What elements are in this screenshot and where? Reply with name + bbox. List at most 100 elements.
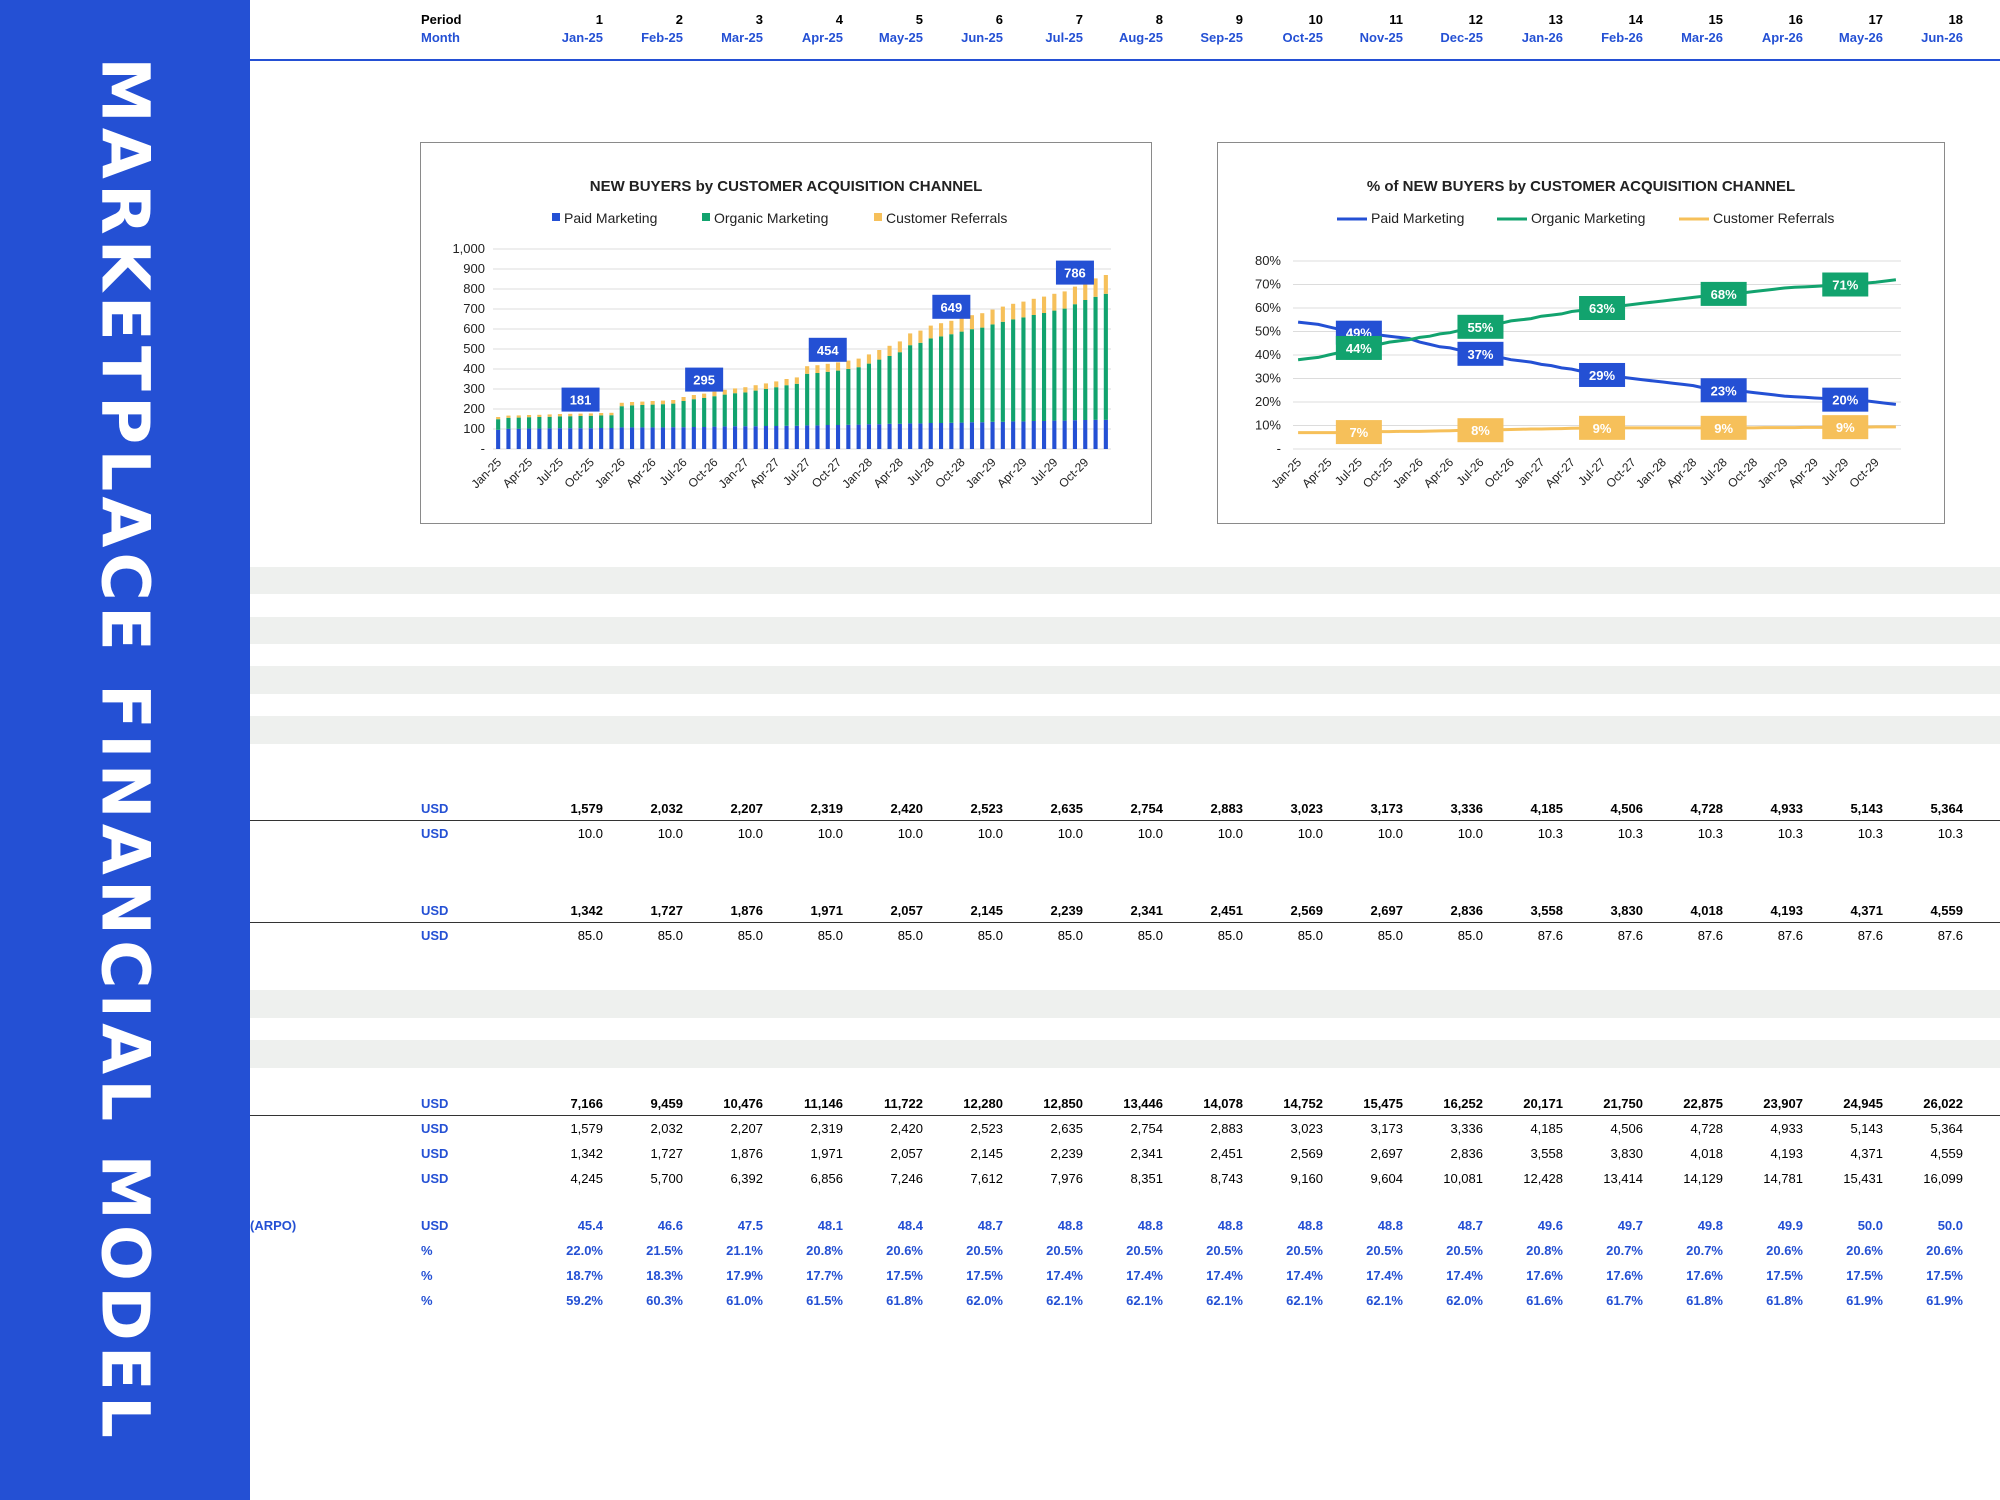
section-band — [250, 567, 2000, 594]
period-cell: 10 — [1308, 12, 1323, 27]
value-cell: 48.8 — [1297, 1218, 1323, 1233]
unit-cell: USD — [421, 928, 449, 943]
value-cell: 2,836 — [1450, 903, 1483, 918]
unit-cell: USD — [421, 1146, 449, 1161]
bar-segment — [835, 370, 841, 425]
unit-cell: USD — [421, 801, 449, 816]
bar-segment — [516, 415, 521, 418]
value-cell: 17.4% — [1446, 1268, 1483, 1283]
row-divider — [250, 922, 2000, 923]
bar-segment — [835, 425, 841, 449]
y-tick-label: 500 — [463, 341, 485, 356]
x-tick-label: Jul-25 — [1332, 455, 1365, 488]
value-cell: 17. — [1963, 1265, 2000, 1287]
y-tick-label: 1,000 — [452, 241, 485, 256]
period-cell: 6 — [995, 12, 1003, 27]
bar-segment — [846, 369, 851, 425]
bar-segment — [908, 423, 913, 449]
bar-segment — [1072, 304, 1078, 421]
value-cell: 21,750 — [1603, 1096, 1643, 1111]
bar-segment — [918, 330, 923, 343]
value-cell: 8,743 — [1210, 1171, 1243, 1186]
x-tick-label: Apr-28 — [871, 455, 907, 491]
section-band — [250, 990, 2000, 1018]
value-cell: 14,752 — [1283, 1096, 1323, 1111]
bar-segment — [1021, 317, 1026, 422]
bar-segment — [1011, 319, 1016, 422]
bar-segment — [526, 428, 532, 449]
bar-segment — [691, 395, 696, 400]
value-cell: 10.0 — [657, 826, 683, 841]
bar-segment — [609, 415, 614, 428]
value-cell: 2,207 — [730, 1121, 763, 1136]
x-tick-label: Jan-27 — [1512, 455, 1548, 491]
bar-segment — [496, 429, 501, 449]
x-tick-label: Apr-26 — [1421, 455, 1457, 491]
header-period-row: Period 12345678910111213141516171819 — [0, 10, 2000, 30]
row-label: (ARPO) — [250, 1218, 297, 1233]
bar-segment — [732, 426, 738, 449]
value-cell: 1,727 — [650, 903, 683, 918]
bar-segment — [887, 423, 892, 449]
month-cell: Jun-25 — [961, 30, 1003, 45]
value-cell: 10.0 — [1137, 826, 1163, 841]
x-tick-label: Jan-28 — [839, 455, 875, 491]
bar-segment — [938, 423, 944, 449]
bar-segment — [537, 417, 542, 429]
value-cell: 4,245 — [570, 1171, 603, 1186]
value-cell: 2,057 — [890, 903, 923, 918]
data-label: 295 — [685, 367, 724, 392]
value-cell: 17.4% — [1046, 1268, 1083, 1283]
value-cell: 24,945 — [1843, 1096, 1883, 1111]
period-cell: 17 — [1868, 12, 1883, 27]
x-tick-label: Jul-27 — [780, 455, 813, 488]
bar-segment — [496, 419, 501, 430]
bar-segment — [702, 398, 707, 427]
value-cell: 3,173 — [1370, 801, 1403, 816]
period-cell: 9 — [1235, 12, 1243, 27]
section-band — [250, 1040, 2000, 1068]
value-cell: 20.8% — [806, 1243, 843, 1258]
data-label: 29% — [1579, 362, 1626, 387]
bar-segment — [897, 423, 902, 449]
bar-segment — [774, 381, 779, 388]
y-tick-label: 60% — [1255, 300, 1281, 315]
value-cell: 85.0 — [977, 928, 1003, 943]
month-cell: Jul-25 — [1045, 30, 1083, 45]
y-tick-label: - — [481, 441, 485, 456]
y-tick-label: 200 — [463, 401, 485, 416]
value-cell: 4,559 — [1930, 903, 1963, 918]
value-cell: 62.1% — [1046, 1293, 1083, 1308]
new-buyers-chart-panel[interactable]: NEW BUYERS by CUSTOMER ACQUISITION CHANN… — [420, 142, 1152, 524]
bar-segment — [877, 359, 882, 425]
chart-title: NEW BUYERS by CUSTOMER ACQUISITION CHANN… — [590, 178, 983, 195]
data-label-text: 20% — [1832, 393, 1858, 408]
bar-segment — [763, 389, 769, 426]
pct-new-buyers-chart-panel[interactable]: % of NEW BUYERS by CUSTOMER ACQUISITION … — [1217, 142, 1945, 524]
period-cell: 13 — [1548, 12, 1563, 27]
section-band — [250, 617, 2000, 644]
value-cell: 4,728 — [1690, 1121, 1723, 1136]
value-cell: 4,018 — [1690, 1146, 1723, 1161]
bar-segment — [557, 416, 563, 429]
sidebar-title: MARKETPLACE FINANCIAL MODEL — [86, 57, 164, 1443]
bar-segment — [774, 387, 779, 426]
table-row: USD 45.4 46.6 47.5 48.1 48.4 48.7 48.8 48.8 48.8 4… — [250, 1215, 2000, 1237]
value-cell: 6,856 — [810, 1171, 843, 1186]
x-tick-label: Oct-27 — [1603, 455, 1639, 491]
table-row: USD 4,245 5,700 6,392 6,856 7,246 7,612 7,976 8,… — [250, 1168, 2000, 1190]
month-cell: Apr-25 — [801, 30, 843, 45]
data-label-text: 181 — [570, 393, 592, 408]
value-cell: 4,371 — [1850, 903, 1883, 918]
bar-segment — [969, 422, 975, 449]
value-cell: 48.8 — [1217, 1218, 1243, 1233]
data-label: 44% — [1335, 335, 1382, 360]
table-row: USD 1,342 1,727 1,876 1,971 2,057 2,145 2,239 2,… — [250, 1143, 2000, 1165]
month-cell: Apr-26 — [1761, 30, 1803, 45]
bar-segment — [557, 414, 563, 417]
period-cell: 15 — [1708, 12, 1723, 27]
data-label: 23% — [1700, 378, 1747, 403]
bar-segment — [712, 396, 717, 427]
bar-segment — [619, 427, 624, 449]
bar-segment — [846, 424, 851, 449]
